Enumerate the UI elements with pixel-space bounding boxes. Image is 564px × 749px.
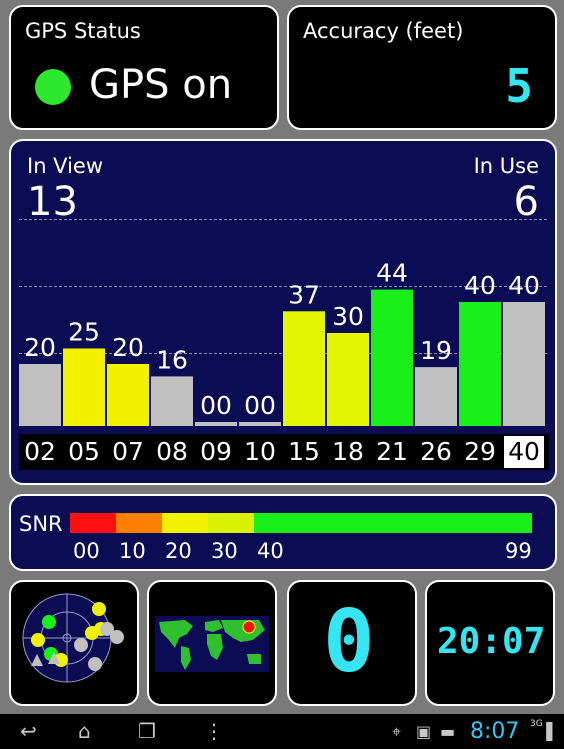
snr-tick-label: 20	[165, 539, 192, 563]
clock-value: 20:07	[437, 621, 546, 662]
snr-value-15: 37	[288, 280, 320, 309]
prn-label-18: 18	[332, 437, 364, 466]
prn-label-05: 05	[68, 437, 100, 466]
prn-label-40: 40	[504, 436, 544, 468]
snr-bar-chart: 20 25 20 16 00 00 37 30 44 19 40 40	[19, 259, 545, 426]
prn-label-08: 08	[156, 437, 188, 466]
snr-color-segment	[162, 513, 208, 533]
snr-value-26: 19	[420, 336, 452, 365]
snr-bar-09	[195, 422, 237, 426]
prn-label-29: 29	[464, 437, 496, 466]
snr-bar-10	[239, 422, 281, 426]
snr-bar-29	[459, 302, 501, 426]
gps-status-title: GPS Status	[25, 19, 141, 43]
snr-label: SNR	[19, 512, 63, 536]
prn-label-21: 21	[376, 437, 408, 466]
snr-value-05: 25	[68, 318, 100, 347]
snr-bar-26	[415, 367, 457, 426]
snr-value-29: 40	[464, 271, 496, 300]
snr-bar-15	[283, 311, 325, 426]
snr-ticks: 00 10 20 30 40 99	[11, 539, 555, 565]
world-map-icon	[155, 616, 269, 672]
fix-count-value: 0	[323, 592, 375, 692]
image-notification-icon: ▣	[416, 722, 432, 741]
recent-apps-icon[interactable]: ❐	[138, 714, 156, 749]
snr-bar-21	[371, 289, 413, 426]
snr-value-07: 20	[112, 333, 144, 362]
snr-color-segment	[208, 513, 254, 533]
prn-label-15: 15	[288, 437, 320, 466]
snr-legend-panel: SNR 00 10 20 30 40 99	[9, 494, 557, 571]
snr-value-40: 40	[508, 271, 540, 300]
gps-status-value: GPS on	[89, 62, 233, 108]
snr-bar-40	[503, 302, 545, 426]
snr-color-segment	[116, 513, 162, 533]
snr-bar-07	[107, 364, 149, 426]
navigation-bar: ↩ ⌂ ❐ ⋮ ⌖ ▣ ▬ 8:07 3G ▐	[0, 714, 564, 749]
snr-color-strip	[70, 513, 532, 533]
prn-label-07: 07	[112, 437, 144, 466]
clock-panel[interactable]: 20:07	[425, 580, 555, 706]
snr-value-09: 00	[200, 391, 232, 420]
snr-tick-label: 99	[505, 539, 532, 563]
snr-bar-18	[327, 333, 369, 426]
snr-bar-05	[63, 348, 105, 426]
sky-radar-icon	[22, 593, 124, 683]
accuracy-panel[interactable]: Accuracy (feet) 5	[287, 5, 557, 130]
chat-notification-icon: ▬	[440, 722, 456, 741]
prn-label-09: 09	[200, 437, 232, 466]
gps-notification-icon: ⌖	[392, 722, 402, 741]
snr-color-segment	[254, 513, 532, 533]
gps-indicator-icon	[35, 69, 71, 105]
world-map-panel[interactable]	[147, 580, 277, 706]
snr-value-08: 16	[156, 345, 188, 374]
prn-label-10: 10	[244, 437, 276, 466]
prn-label-26: 26	[420, 437, 452, 466]
snr-value-21: 44	[376, 259, 408, 288]
home-icon[interactable]: ⌂	[78, 714, 91, 749]
snr-bar-08	[151, 376, 193, 426]
snr-color-segment	[70, 513, 116, 533]
accuracy-value: 5	[505, 59, 533, 113]
snr-value-18: 30	[332, 302, 364, 331]
prn-label-02: 02	[24, 437, 56, 466]
snr-bar-02	[19, 364, 61, 426]
menu-icon[interactable]: ⋮	[204, 714, 224, 749]
snr-value-10: 00	[244, 391, 276, 420]
snr-value-02: 20	[24, 333, 56, 362]
snr-tick-label: 30	[211, 539, 238, 563]
satellite-signal-panel[interactable]: In View 13 In Use 6 20 25 20 16 00 00 37 30 44 19…	[9, 139, 557, 485]
snr-tick-label: 40	[257, 539, 284, 563]
signal-strength-icon: ▐	[540, 722, 553, 741]
back-icon[interactable]: ↩	[20, 714, 37, 749]
snr-tick-label: 10	[119, 539, 146, 563]
fix-count-panel[interactable]: 0	[287, 580, 417, 706]
sky-radar-panel[interactable]	[9, 580, 139, 706]
snr-tick-label: 00	[73, 539, 100, 563]
accuracy-title: Accuracy (feet)	[303, 19, 464, 43]
status-time: 8:07	[470, 719, 520, 744]
prn-row: 02 05 07 08 09 10 15 18 21 26 29 40	[19, 434, 549, 470]
gps-status-panel[interactable]: GPS Status GPS on	[9, 5, 279, 130]
